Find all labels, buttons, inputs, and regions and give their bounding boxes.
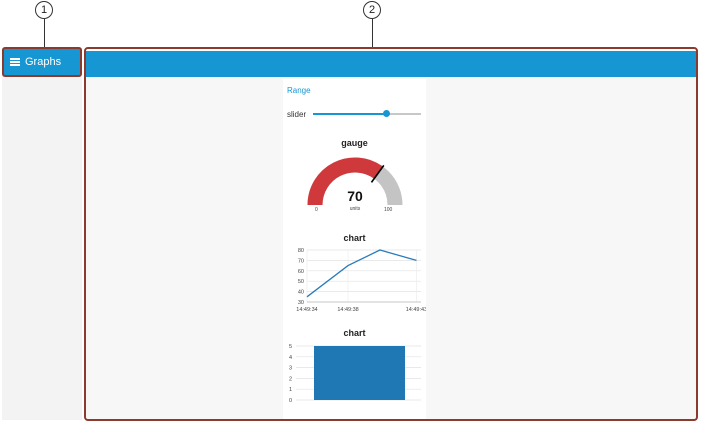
callout-2: 2: [363, 1, 381, 19]
callout-1: 1: [35, 1, 53, 19]
sidebar: [2, 48, 82, 420]
callout-frame-2: [84, 47, 698, 421]
callout-1-leader: [44, 19, 45, 47]
callout-2-leader: [372, 19, 373, 47]
callout-frame-1: [2, 47, 82, 77]
